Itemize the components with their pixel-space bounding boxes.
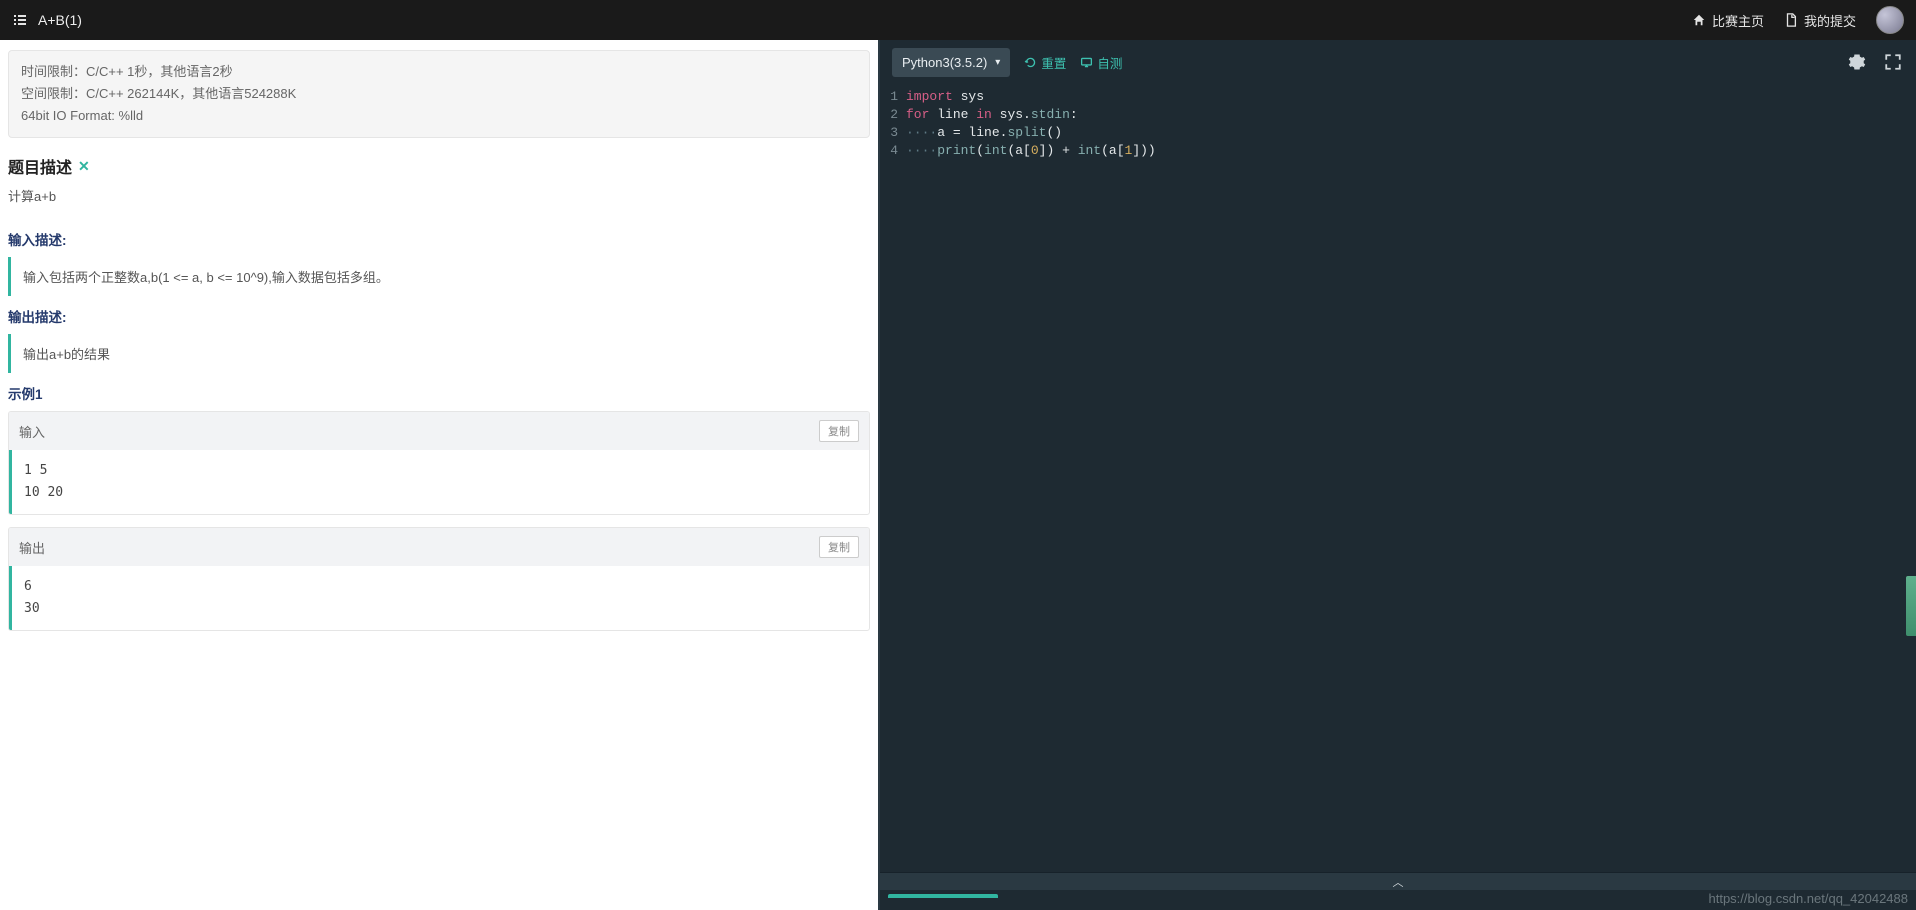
output-desc-heading: 输出描述:	[8, 306, 870, 326]
memory-limit: 空间限制：C/C++ 262144K，其他语言524288K	[21, 83, 857, 105]
problem-title: A+B(1)	[38, 12, 82, 28]
code-line[interactable]: 1import sys	[880, 88, 1916, 106]
expand-icon[interactable]: ✕	[78, 158, 90, 175]
top-header: A+B(1) 比赛主页 我的提交	[0, 0, 1916, 40]
nav-contest-home-label: 比赛主页	[1712, 11, 1764, 30]
example1-heading: 示例1	[8, 383, 870, 403]
time-limit: 时间限制：C/C++ 1秒，其他语言2秒	[21, 61, 857, 83]
nav-my-submissions-label: 我的提交	[1804, 11, 1856, 30]
sample-input-text: 1 5 10 20	[9, 450, 869, 514]
selftest-button[interactable]: 自测	[1080, 53, 1122, 72]
limits-box: 时间限制：C/C++ 1秒，其他语言2秒 空间限制：C/C++ 262144K，…	[8, 50, 870, 138]
submit-button[interactable]	[888, 894, 998, 898]
line-number: 2	[880, 106, 906, 124]
settings-button[interactable]	[1846, 51, 1868, 73]
line-number: 4	[880, 142, 906, 160]
copy-output-button[interactable]: 复制	[819, 536, 859, 558]
editor-toolbar: Python3(3.5.2) ▾ 重置 自测	[880, 40, 1916, 84]
line-number: 1	[880, 88, 906, 106]
code-content[interactable]: import sys	[906, 88, 984, 106]
sample-output-text: 6 30	[9, 566, 869, 630]
avatar[interactable]	[1876, 6, 1904, 34]
list-icon[interactable]	[12, 12, 28, 28]
editor-panel: Python3(3.5.2) ▾ 重置 自测	[880, 40, 1916, 910]
chevron-up-icon: ︿	[1393, 874, 1404, 890]
fullscreen-button[interactable]	[1882, 51, 1904, 73]
bottom-strip	[880, 890, 1916, 910]
code-editor[interactable]: 1import sys2for line in sys.stdin:3····a…	[880, 84, 1916, 872]
sample-output-label: 输出	[19, 538, 45, 557]
code-line[interactable]: 3····a = line.split()	[880, 124, 1916, 142]
code-content[interactable]: for line in sys.stdin:	[906, 106, 1078, 124]
document-icon	[1784, 13, 1798, 27]
code-line[interactable]: 4····print(int(a[0]) + int(a[1]))	[880, 142, 1916, 160]
monitor-icon	[1080, 56, 1093, 69]
chevron-down-icon: ▾	[995, 57, 1000, 68]
sample-input-label: 输入	[19, 422, 45, 441]
io-format: 64bit IO Format: %lld	[21, 105, 857, 127]
reset-label: 重置	[1041, 53, 1066, 72]
code-content[interactable]: ····print(int(a[0]) + int(a[1]))	[906, 142, 1156, 160]
description-heading-label: 题目描述	[8, 154, 72, 178]
side-tab[interactable]	[1906, 576, 1916, 636]
resize-handle[interactable]: ︿	[880, 872, 1916, 890]
code-line[interactable]: 2for line in sys.stdin:	[880, 106, 1916, 124]
output-desc-text: 输出a+b的结果	[8, 334, 870, 373]
input-desc-text: 输入包括两个正整数a,b(1 <= a, b <= 10^9),输入数据包括多组…	[8, 257, 870, 296]
refresh-icon	[1024, 56, 1037, 69]
problem-panel: 时间限制：C/C++ 1秒，其他语言2秒 空间限制：C/C++ 262144K，…	[0, 40, 880, 910]
copy-input-button[interactable]: 复制	[819, 420, 859, 442]
description-text: 计算a+b	[8, 186, 870, 205]
language-select[interactable]: Python3(3.5.2) ▾	[892, 48, 1010, 77]
reset-button[interactable]: 重置	[1024, 53, 1066, 72]
nav-my-submissions[interactable]: 我的提交	[1784, 11, 1856, 30]
home-icon	[1692, 13, 1706, 27]
nav-contest-home[interactable]: 比赛主页	[1692, 11, 1764, 30]
line-number: 3	[880, 124, 906, 142]
selftest-label: 自测	[1097, 53, 1122, 72]
code-content[interactable]: ····a = line.split()	[906, 124, 1062, 142]
description-heading: 题目描述 ✕	[8, 154, 870, 178]
language-select-label: Python3(3.5.2)	[902, 55, 987, 70]
input-desc-heading: 输入描述:	[8, 229, 870, 249]
sample-input-box: 输入 复制 1 5 10 20	[8, 411, 870, 515]
sample-output-box: 输出 复制 6 30	[8, 527, 870, 631]
